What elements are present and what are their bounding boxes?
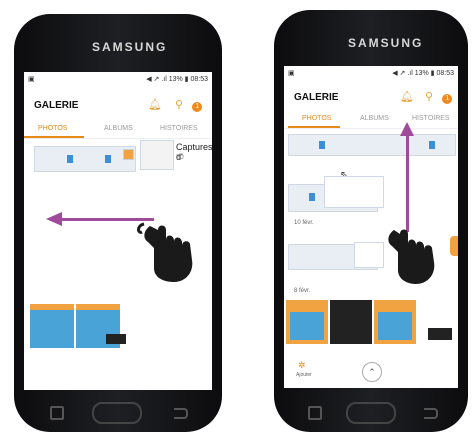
scroll-top-button[interactable]: ⌃: [362, 362, 382, 382]
photo-thumbnail[interactable]: [330, 300, 372, 344]
menu-badge[interactable]: 1: [442, 94, 453, 104]
arrow-up-icon: [400, 122, 414, 136]
thumbnail-header: [30, 304, 74, 310]
thumbnail-detail: [290, 312, 324, 340]
left-phone: SAMSUNG ▣ ◀ ↗ .ıl 13% ▮ 08:53 GALERIE 🔔︎…: [14, 14, 222, 432]
bell-icon[interactable]: 🔔︎: [148, 99, 162, 111]
photo-thumbnail[interactable]: [428, 328, 452, 340]
date-label: 8 févr.: [294, 288, 311, 294]
album-thumbnail[interactable]: [140, 140, 174, 170]
add-icon[interactable]: ✲: [298, 360, 306, 371]
photo-thumbnail[interactable]: [324, 176, 384, 208]
search-icon[interactable]: ⚲: [175, 99, 183, 111]
hand-pointer-icon: [388, 229, 435, 284]
tab-histoires[interactable]: HISTOIRES: [412, 115, 450, 122]
tab-bar: PHOTOS ALBUMS HISTOIRES: [284, 112, 458, 129]
status-bar: ▣ ◀ ↗ .ıl 13% ▮ 08:53: [284, 66, 458, 80]
album-count: 20: [176, 154, 184, 161]
right-phone: SAMSUNG ▣ ◀ ↗ .ıl 13% ▮ 08:53 GALERIE 🔔︎…: [274, 10, 468, 432]
tab-indicator: [288, 126, 340, 128]
thumbnail-detail: [378, 312, 412, 340]
app-title: GALERIE: [294, 92, 339, 103]
add-label: Ajouter: [296, 372, 312, 378]
hand-pointer-icon: [137, 222, 193, 282]
tab-albums[interactable]: ALBUMS: [360, 115, 389, 122]
swipe-arrow-shaft: [58, 218, 154, 221]
home-button[interactable]: [92, 402, 142, 424]
back-icon[interactable]: [174, 408, 188, 419]
brand-logo: SAMSUNG: [348, 36, 424, 50]
header-icons: 🔔︎ ⚲ 1: [148, 98, 203, 112]
tab-albums[interactable]: ALBUMS: [104, 125, 133, 132]
tab-photos[interactable]: PHOTOS: [38, 125, 67, 132]
back-icon[interactable]: [424, 408, 438, 419]
menu-badge[interactable]: 1: [192, 102, 203, 112]
arrow-left-icon: [46, 212, 62, 226]
right-screen: ▣ ◀ ↗ .ıl 13% ▮ 08:53 GALERIE 🔔︎ ⚲ 1 PHO…: [284, 66, 458, 388]
tab-indicator: [24, 136, 84, 138]
recent-apps-icon[interactable]: [308, 406, 322, 420]
photo-thumbnail[interactable]: [34, 146, 136, 172]
thumbnail-header: [76, 304, 120, 310]
recent-apps-icon[interactable]: [50, 406, 64, 420]
status-text: ◀ ↗ .ıl 13% ▮ 08:53: [146, 76, 208, 83]
brand-logo: SAMSUNG: [92, 40, 168, 54]
app-title: GALERIE: [34, 100, 79, 111]
status-bar: ▣ ◀ ↗ .ıl 13% ▮ 08:53: [24, 72, 212, 86]
home-button[interactable]: [346, 402, 396, 424]
gallery-status-icon: ▣: [288, 70, 295, 77]
scroll-handle[interactable]: [450, 236, 458, 256]
tab-photos[interactable]: PHOTOS: [302, 115, 331, 122]
search-icon[interactable]: ⚲: [425, 91, 433, 103]
photo-thumbnail[interactable]: [288, 134, 456, 156]
tab-histoires[interactable]: HISTOIRES: [160, 125, 198, 132]
gallery-status-icon: ▣: [28, 76, 35, 83]
date-label: 10 févr.: [294, 220, 314, 226]
left-screen: ▣ ◀ ↗ .ıl 13% ▮ 08:53 GALERIE 🔔︎ ⚲ 1 PHO…: [24, 72, 212, 390]
header-icons: 🔔︎ ⚲ 1: [400, 90, 453, 104]
photo-thumbnail[interactable]: [30, 304, 74, 348]
thumbnail-detail: [106, 334, 126, 344]
status-text: ◀ ↗ .ıl 13% ▮ 08:53: [392, 70, 454, 77]
swipe-arrow-shaft: [406, 132, 409, 232]
bell-icon[interactable]: 🔔︎: [400, 91, 414, 103]
tab-bar: PHOTOS ALBUMS HISTOIRES: [24, 122, 212, 139]
